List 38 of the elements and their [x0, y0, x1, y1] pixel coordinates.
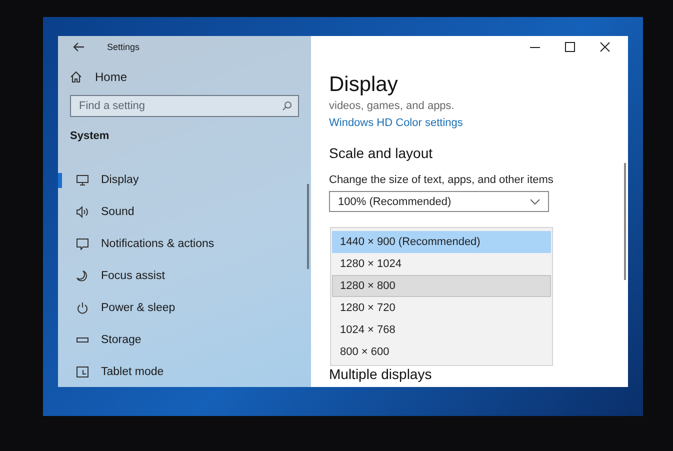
scrollbar[interactable] — [307, 184, 309, 269]
tablet-icon — [76, 366, 89, 378]
resolution-option[interactable]: 1280 × 720 — [332, 297, 551, 319]
nav-item[interactable]: Power & sleep — [58, 292, 299, 324]
resolution-option[interactable]: 1280 × 1024 — [332, 253, 551, 275]
scrollbar[interactable] — [624, 163, 626, 280]
power-icon — [76, 302, 89, 314]
search-field[interactable]: Find a setting — [70, 95, 299, 117]
resolution-option[interactable]: 1280 × 800 — [332, 275, 551, 297]
section-heading: Scale and layout — [329, 145, 433, 161]
scale-dropdown[interactable]: 100% (Recommended) — [329, 191, 549, 212]
moon-icon — [76, 270, 89, 282]
monitor-icon — [76, 174, 89, 186]
nav-item[interactable]: Sound — [58, 196, 299, 228]
resolution-option[interactable]: 1440 × 900 (Recommended) — [332, 231, 551, 253]
search-icon — [282, 101, 292, 111]
resolution-option[interactable]: 1024 × 768 — [332, 319, 551, 341]
maximize-icon[interactable] — [565, 42, 575, 52]
window-title: Settings — [107, 42, 140, 52]
section-heading: Multiple displays — [329, 367, 432, 382]
speaker-icon — [76, 206, 89, 218]
nav-item[interactable]: Focus assist — [58, 260, 299, 292]
nav-item[interactable]: Tablet mode — [58, 356, 299, 387]
page-title: Display — [329, 73, 399, 97]
chevron-icon — [530, 198, 540, 204]
scale-label: Change the size of text, apps, and other items — [329, 174, 554, 186]
resolution-option[interactable]: 800 × 600 — [332, 341, 551, 363]
close-icon[interactable] — [600, 42, 610, 52]
nav-item[interactable]: Display — [58, 164, 299, 196]
back-arrow-icon[interactable] — [73, 42, 85, 52]
description-text: videos, games, and apps. — [329, 100, 454, 112]
color-settings-link[interactable]: Windows HD Color settings — [329, 117, 463, 129]
message-icon — [76, 238, 89, 250]
nav-item[interactable]: Notifications & actions — [58, 228, 299, 260]
nav-item[interactable]: Storage — [58, 324, 299, 356]
home-icon — [70, 71, 82, 83]
home-link[interactable]: Home — [70, 70, 128, 84]
section-heading: System — [70, 130, 110, 142]
